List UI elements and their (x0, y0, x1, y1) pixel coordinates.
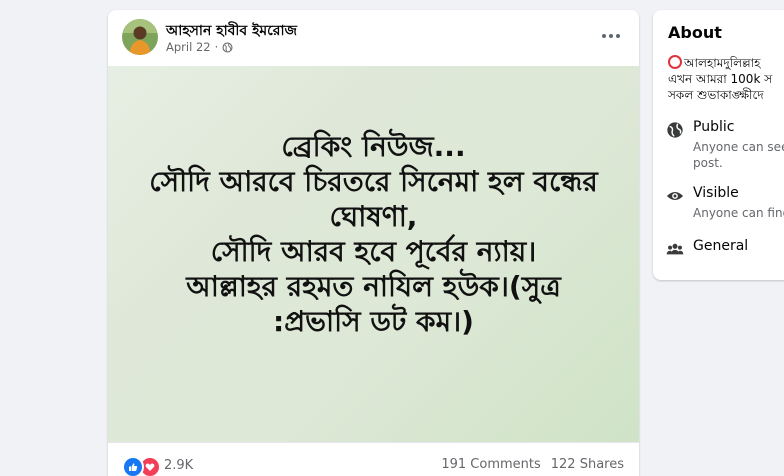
about-line-3: সকল শুভাকাঙ্ক্ষীদে (668, 88, 764, 102)
red-circle-icon (668, 55, 682, 69)
about-general-title: General (693, 238, 749, 254)
post-date[interactable]: April 22 (166, 40, 211, 54)
like-reaction-icon (122, 456, 144, 476)
reaction-icons[interactable] (122, 456, 161, 476)
about-public-desc: Anyone can see post. (693, 140, 784, 170)
about-visible-title: Visible (693, 185, 739, 201)
about-line-1: আলহামদুলিল্লাহ (668, 55, 784, 71)
about-public-title: Public (693, 119, 735, 135)
globe-icon (667, 122, 683, 138)
group-icon (666, 243, 684, 255)
shares-count-link[interactable]: 122 Shares (551, 457, 624, 472)
meta-separator: · (214, 40, 219, 54)
more-options-icon (602, 34, 620, 38)
comments-count-link[interactable]: 191 Comments (441, 457, 540, 472)
engagement-stats: 191 Comments 122 Shares (441, 457, 624, 472)
reactions-count[interactable]: 2.9K (164, 458, 193, 473)
about-card: About আলহামদুলিল্লাহ এখন আমরা 100k স সকল… (653, 10, 784, 280)
post-image-text: ব্রেকিং নিউজ... সৌদি আরবে চিরতরে সিনেমা … (149, 130, 598, 338)
about-visible-desc: Anyone can find (693, 206, 784, 220)
about-line-2: এখন আমরা 100k স (668, 72, 773, 86)
more-options-button[interactable] (597, 24, 625, 48)
post-card: আহসান হাবীব ইমরোজ April 22 · ব্রেকিং নিউ… (108, 10, 639, 476)
author-avatar[interactable] (122, 19, 158, 55)
post-meta: April 22 · (166, 40, 233, 54)
eye-icon (666, 191, 684, 201)
avatar-image (122, 19, 158, 55)
post-image[interactable]: ব্রেকিং নিউজ... সৌদি আরবে চিরতরে সিনেমা … (108, 66, 639, 442)
about-description: আলহামদুলিল্লাহ এখন আমরা 100k স সকল শুভাক… (668, 55, 784, 103)
globe-icon[interactable] (222, 41, 233, 53)
about-title: About (668, 23, 722, 42)
reactions-bar: 2.9K 191 Comments 122 Shares (108, 442, 639, 476)
post-header: আহসান হাবীব ইমরোজ April 22 · (108, 10, 639, 66)
